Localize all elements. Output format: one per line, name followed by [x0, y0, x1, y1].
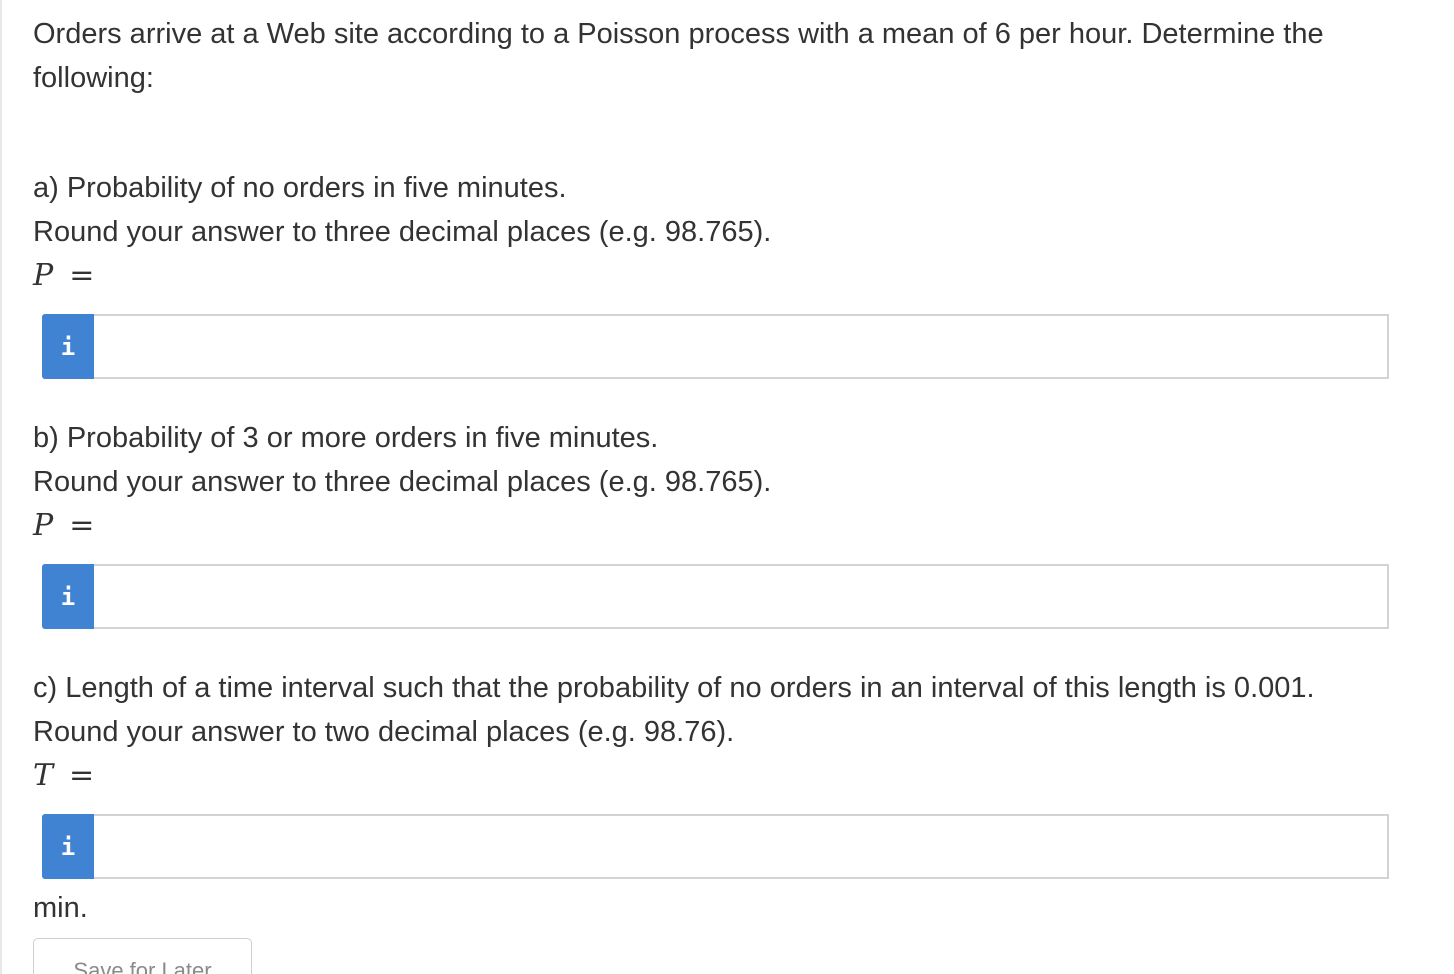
- part-b-equals: =: [69, 508, 95, 543]
- part-b-variable-label: P =: [33, 504, 1428, 548]
- part-a-answer-input[interactable]: [94, 314, 1389, 379]
- part-b-variable: P: [33, 508, 54, 543]
- part-a-equals: =: [69, 258, 95, 293]
- part-c: c) Length of a time interval such that t…: [33, 666, 1428, 924]
- part-b: b) Probability of 3 or more orders in fi…: [33, 416, 1428, 629]
- part-c-equals: =: [69, 758, 95, 793]
- part-b-answer-row: i: [42, 564, 1389, 629]
- info-icon: i: [60, 332, 76, 361]
- part-b-prompt: b) Probability of 3 or more orders in fi…: [33, 422, 659, 454]
- question-body: Orders arrive at a Web site according to…: [33, 12, 1428, 924]
- part-c-answer-row: i: [42, 814, 1389, 879]
- part-c-prompt: c) Length of a time interval such that t…: [33, 672, 1315, 704]
- part-a-rounding: Round your answer to three decimal place…: [33, 216, 772, 248]
- part-b-info-button[interactable]: i: [42, 564, 94, 629]
- part-a-variable: P: [33, 258, 54, 293]
- part-a: a) Probability of no orders in five minu…: [33, 166, 1428, 379]
- part-a-answer-row: i: [42, 314, 1389, 379]
- question-intro: Orders arrive at a Web site according to…: [33, 18, 1324, 94]
- part-b-rounding: Round your answer to three decimal place…: [33, 466, 772, 498]
- part-c-unit-label: min.: [33, 892, 88, 924]
- part-c-variable: T: [33, 758, 54, 793]
- save-for-later-button[interactable]: Save for Later: [33, 938, 252, 974]
- info-icon: i: [60, 832, 76, 861]
- left-border: [0, 0, 2, 974]
- part-a-prompt: a) Probability of no orders in five minu…: [33, 172, 567, 204]
- part-c-rounding: Round your answer to two decimal places …: [33, 716, 735, 748]
- part-b-answer-input[interactable]: [94, 564, 1389, 629]
- part-a-variable-label: P =: [33, 254, 1428, 298]
- info-icon: i: [60, 582, 76, 611]
- part-c-variable-label: T =: [33, 754, 1428, 798]
- part-c-answer-input[interactable]: [94, 814, 1389, 879]
- part-a-info-button[interactable]: i: [42, 314, 94, 379]
- part-c-info-button[interactable]: i: [42, 814, 94, 879]
